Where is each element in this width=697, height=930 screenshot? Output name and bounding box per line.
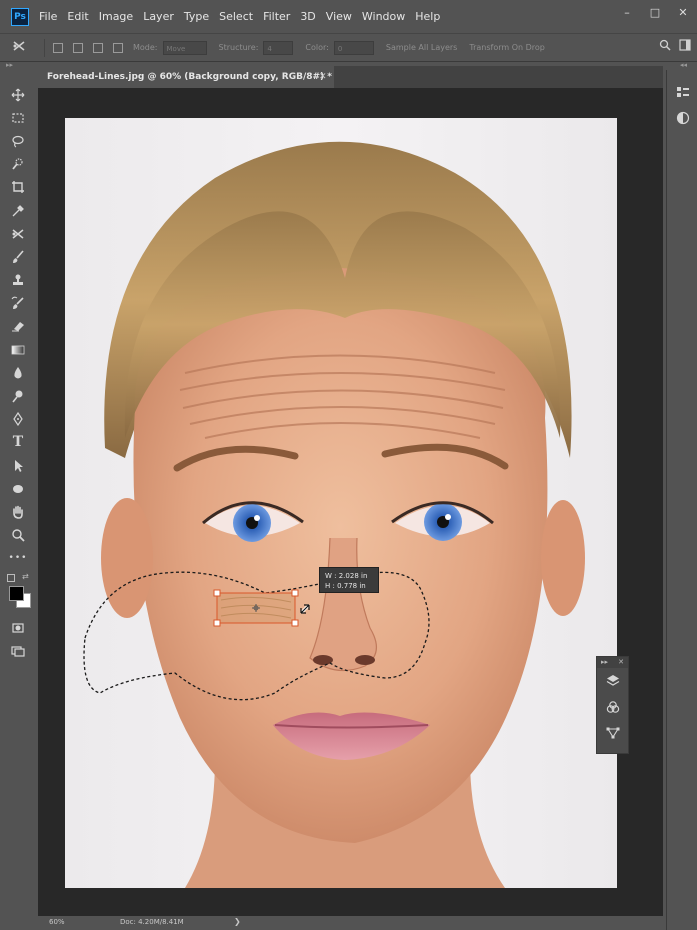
dodge-tool-icon[interactable] [5, 384, 31, 407]
channels-icon[interactable] [597, 694, 628, 720]
right-panel-dock [666, 70, 697, 930]
left-ear-shape [101, 498, 153, 618]
status-bar: 60% Doc: 4.20M/8.41M ❯ [38, 916, 663, 930]
menu-edit[interactable]: Edit [67, 10, 88, 23]
right-nostril [355, 655, 375, 665]
color-label: Color: [305, 43, 329, 52]
transform-on-drop-checkbox[interactable]: Transform On Drop [469, 43, 545, 52]
patch-tool-icon[interactable] [5, 222, 31, 245]
layers-icon[interactable] [597, 668, 628, 694]
document-tab[interactable]: Forehead-Lines.jpg @ 60% (Background cop… [38, 66, 334, 88]
gradient-tool-icon[interactable] [5, 338, 31, 361]
tooltip-width: W : 2.028 in [325, 572, 368, 580]
floating-panel-header: ▸▸ ✕ [597, 657, 628, 668]
sample-all-layers-checkbox[interactable]: Sample All Layers [386, 43, 457, 52]
hand-tool-icon[interactable] [5, 500, 31, 523]
menu-help[interactable]: Help [415, 10, 440, 23]
menu-type[interactable]: Type [184, 10, 209, 23]
add-selection-icon[interactable] [73, 42, 83, 53]
intersect-selection-icon[interactable] [113, 42, 123, 53]
adjustments-icon[interactable] [675, 110, 691, 126]
swap-colors-icon[interactable]: ⇄ [22, 572, 29, 581]
quick-mask-icon[interactable] [5, 616, 31, 639]
photoshop-logo[interactable]: Ps [11, 7, 29, 26]
close-tab-icon[interactable]: ✕ [319, 66, 327, 88]
menu-image[interactable]: Image [99, 10, 133, 23]
pen-tool-icon[interactable] [5, 408, 31, 431]
zoom-tool-icon[interactable] [5, 524, 31, 547]
portrait-image [83, 141, 585, 888]
color-input[interactable]: 0 [333, 40, 374, 55]
menu-window[interactable]: Window [362, 10, 405, 23]
foreground-color-swatch[interactable] [9, 585, 24, 601]
shape-tool-icon[interactable] [5, 477, 31, 500]
subtract-selection-icon[interactable] [93, 42, 103, 53]
blur-tool-icon[interactable] [5, 361, 31, 384]
floating-panel-group: ▸▸ ✕ [596, 656, 629, 754]
properties-icon[interactable] [675, 85, 691, 101]
document-workspace [38, 88, 663, 916]
quick-select-tool-icon[interactable] [5, 153, 31, 176]
floating-panel-collapse[interactable]: ▸▸ [601, 658, 608, 666]
minimize-button[interactable]: – [621, 6, 633, 19]
color-swatches: ⇄ [3, 570, 33, 616]
image-canvas[interactable] [65, 118, 617, 888]
screen-mode-icon[interactable] [5, 639, 31, 662]
document-tab-bar: Forehead-Lines.jpg @ 60% (Background cop… [38, 66, 663, 88]
dock-collapse-strip[interactable]: ◂◂ [680, 61, 697, 69]
paths-icon[interactable] [597, 720, 628, 746]
eraser-tool-icon[interactable] [5, 315, 31, 338]
status-menu-arrow[interactable]: ❯ [234, 917, 241, 926]
type-tool-icon[interactable]: T [5, 431, 31, 454]
options-right-icons [659, 39, 691, 54]
lasso-tool-icon[interactable] [5, 129, 31, 152]
move-tool-icon[interactable] [5, 83, 31, 106]
default-colors-icon[interactable] [7, 573, 15, 582]
tools-panel: T ••• ⇄ [2, 83, 34, 675]
more-tools-icon[interactable]: ••• [5, 547, 31, 570]
patch-tool-preset-icon[interactable] [12, 39, 36, 57]
menu-filter[interactable]: Filter [263, 10, 290, 23]
toolbar-collapse-strip[interactable]: ▸▸ [6, 61, 36, 69]
tooltip-height: H : 0.778 in [325, 582, 366, 590]
mode-select[interactable]: Move [162, 40, 207, 55]
history-brush-tool-icon[interactable] [5, 292, 31, 315]
transform-bounding-box[interactable] [213, 589, 299, 627]
menu-layer[interactable]: Layer [143, 10, 174, 23]
eyedropper-tool-icon[interactable] [5, 199, 31, 222]
brush-tool-icon[interactable] [5, 245, 31, 268]
options-separator [44, 38, 45, 57]
structure-label: Structure: [218, 43, 259, 52]
menu-bar: Ps File Edit Image Layer Type Select Fil… [0, 0, 697, 33]
workspace-icon[interactable] [679, 39, 691, 54]
right-ear-shape [541, 500, 585, 616]
menu-3d[interactable]: 3D [300, 10, 315, 23]
zoom-level[interactable]: 60% [49, 918, 65, 926]
clone-stamp-tool-icon[interactable] [5, 269, 31, 292]
menu-select[interactable]: Select [219, 10, 253, 23]
transform-size-tooltip: W : 2.028 in H : 0.778 in [319, 567, 379, 593]
restore-button[interactable]: □ [649, 6, 661, 19]
search-icon[interactable] [659, 39, 671, 54]
options-bar: Mode: Move Structure: 4 Color: 0 Sample … [0, 33, 697, 62]
window-controls: – □ ✕ [621, 6, 689, 19]
floating-panel-close[interactable]: ✕ [618, 658, 624, 666]
marquee-tool-icon[interactable] [5, 106, 31, 129]
close-button[interactable]: ✕ [677, 6, 689, 19]
menu-file[interactable]: File [39, 10, 57, 23]
document-size: Doc: 4.20M/8.41M [120, 918, 184, 926]
new-selection-icon[interactable] [53, 42, 63, 53]
menu-view[interactable]: View [326, 10, 352, 23]
mode-label: Mode: [133, 43, 158, 52]
path-select-tool-icon[interactable] [5, 454, 31, 477]
structure-input[interactable]: 4 [263, 40, 294, 55]
crop-tool-icon[interactable] [5, 176, 31, 199]
